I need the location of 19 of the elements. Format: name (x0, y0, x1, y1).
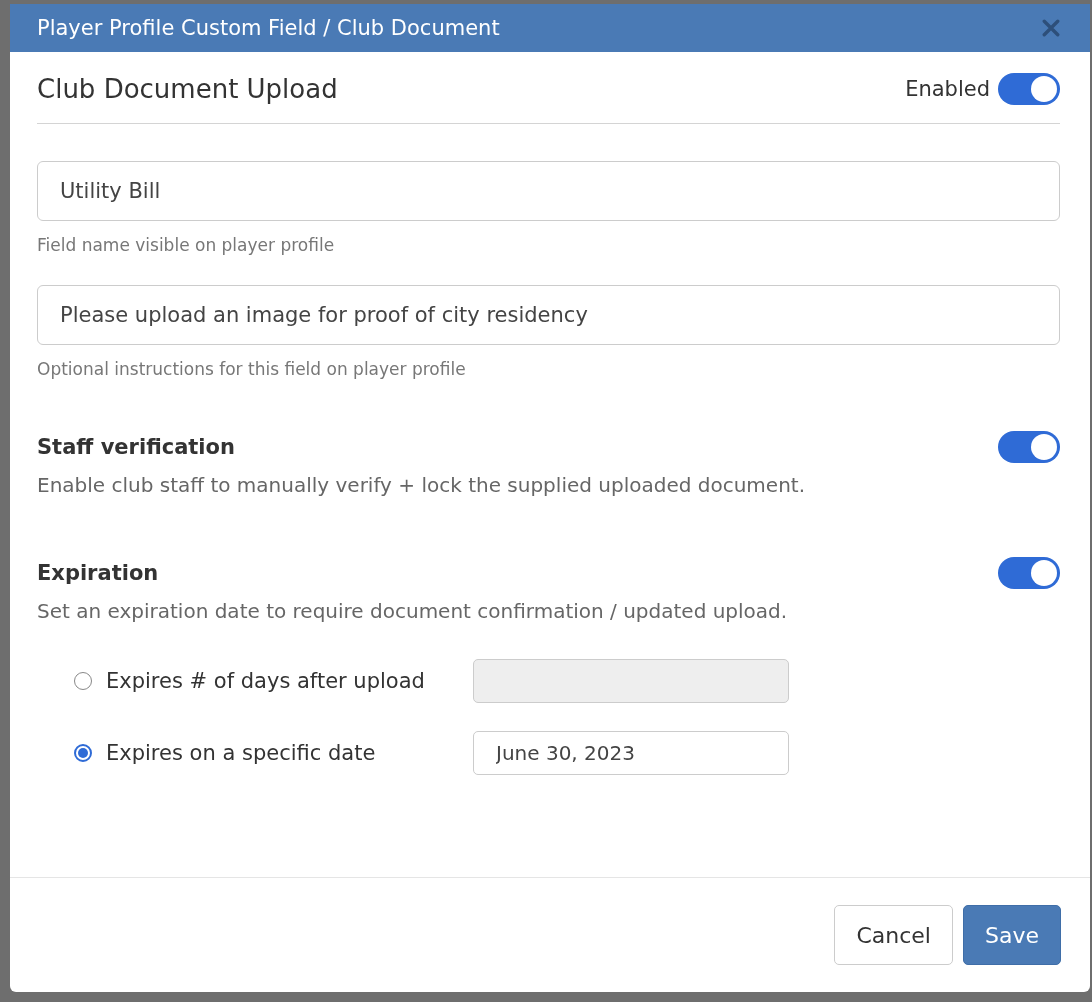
setting-description: Enable club staff to manually verify + lock the supplied uploaded document. (37, 473, 807, 497)
setting-description: Set an expiration date to require document confirmation / updated upload. (37, 599, 789, 623)
text-field[interactable]: Utility Bill (37, 161, 1060, 221)
field-hint: Field name visible on player profile (37, 235, 336, 255)
cancel-button[interactable]: Cancel (834, 905, 953, 965)
enabled-toggle[interactable] (998, 72, 1060, 105)
save-button[interactable]: Save (963, 905, 1061, 965)
setting-title: Expiration (37, 561, 159, 585)
radio-label[interactable]: Expires on a specific date (106, 741, 473, 765)
section-title: Club Document Upload (37, 73, 338, 104)
setting-title: Staff verification (37, 435, 235, 459)
text-field[interactable]: Please upload an image for proof of city residency (37, 285, 1060, 345)
setting-toggle[interactable] (998, 557, 1060, 589)
radio-button[interactable] (74, 744, 92, 762)
field-hint: Optional instructions for this field on player profile (37, 359, 467, 379)
radio-label[interactable]: Expires # of days after upload (106, 669, 473, 693)
setting-toggle[interactable] (998, 431, 1060, 463)
enabled-label: Enabled (905, 76, 990, 101)
dialog-title: Player Profile Custom Field / Club Document (37, 16, 500, 40)
